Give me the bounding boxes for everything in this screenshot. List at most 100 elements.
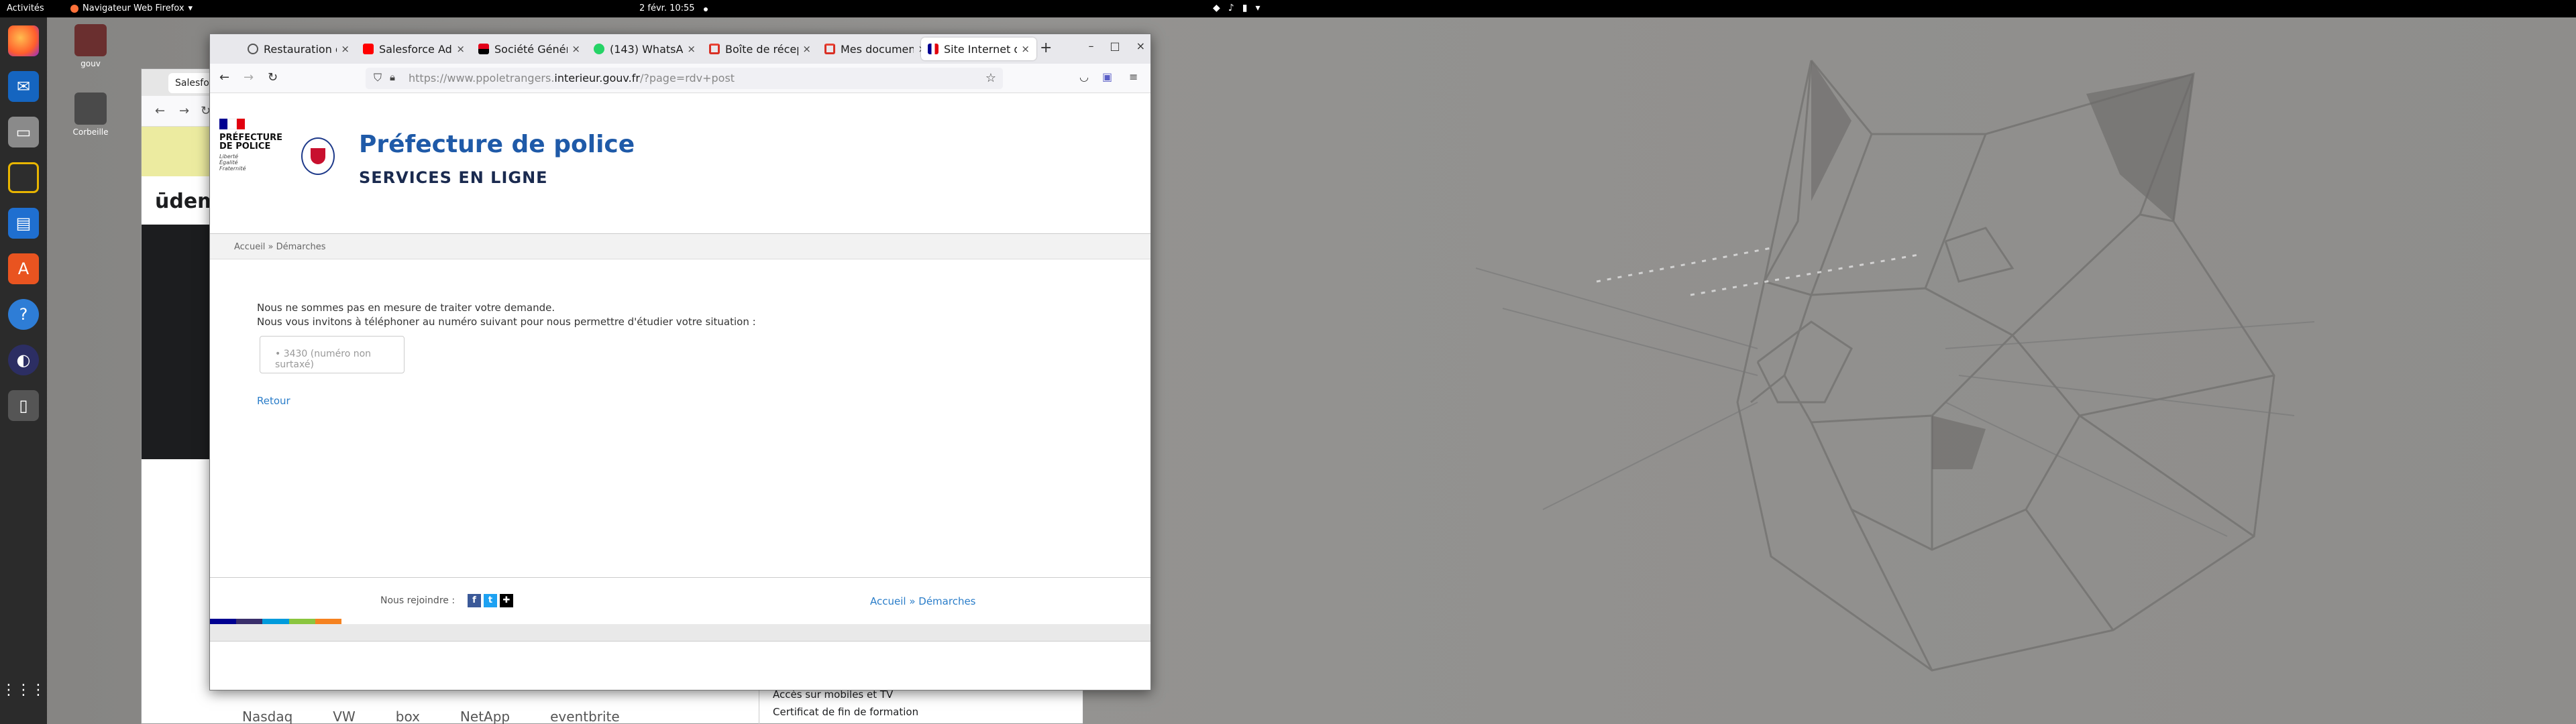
firefox-dock-icon[interactable] (8, 25, 39, 56)
forward-icon[interactable]: → (179, 104, 189, 118)
url-suffix: /?page=rdv+post (639, 72, 735, 84)
battery-icon: ▮ (1242, 3, 1248, 13)
eclipse-icon[interactable]: ◐ (8, 345, 39, 375)
close-icon[interactable]: × (572, 43, 580, 55)
desktop-icon-trash[interactable]: Corbeille (60, 93, 121, 137)
police-emblem-logo[interactable] (301, 137, 335, 175)
partner-logo: Nasdaq (242, 709, 293, 724)
extension-icon[interactable]: ▣ (1102, 70, 1112, 83)
gmail-icon (709, 44, 720, 54)
footer-color-bar (210, 619, 342, 624)
info-icon (248, 44, 258, 54)
clock[interactable]: 2 févr. 10:55 (639, 3, 695, 13)
system-tray[interactable]: ◆ ♪ ▮ ▾ (1213, 3, 1260, 13)
tab-societe-generale[interactable]: Société Générale × (472, 38, 587, 60)
page-title: Préfecture de police (359, 131, 635, 158)
close-icon[interactable]: × (802, 43, 811, 55)
tab-label: Boîte de récepti (725, 42, 798, 56)
files-icon[interactable]: ▭ (8, 117, 39, 147)
back-icon[interactable]: ← (219, 70, 229, 84)
shield-icon[interactable]: ⛉ (374, 71, 382, 84)
tab-whatsapp[interactable]: (143) WhatsApp× (587, 38, 702, 60)
chevron-down-icon: ▾ (1255, 3, 1260, 13)
close-icon[interactable]: × (341, 43, 350, 55)
maximize-icon[interactable]: □ (1110, 40, 1120, 52)
youtube-icon (363, 44, 374, 54)
marianne-flag-icon (219, 119, 245, 129)
desktop-icon-gouv[interactable]: gouv (60, 24, 121, 68)
volume-icon: ♪ (1228, 3, 1234, 13)
tab-restauration[interactable]: Restauration de × (241, 38, 356, 60)
partner-logo: eventbrite (550, 709, 620, 724)
phone-number-box: • 3430 (numéro non surtaxé) (260, 336, 405, 373)
window-controls: – □ × (1088, 40, 1145, 52)
usb-drive-icon[interactable]: ▯ (8, 390, 39, 421)
twitter-icon[interactable]: t (484, 594, 497, 607)
nav-bar: ← → ↻ ⛉ 🔒︎ https://www.ppoletrangers.int… (210, 64, 1150, 93)
hamburger-menu-icon[interactable]: ≡ (1129, 70, 1138, 83)
feature-list: Accès sur mobiles et TV Certificat de fi… (759, 686, 918, 724)
tab-strip: Restauration de × Salesforce Admi × Sociét… (210, 34, 1150, 64)
footer-links[interactable]: Accueil » Démarches (870, 595, 976, 607)
marianne-block-text: PRÉFECTURE DE POLICE (219, 133, 283, 152)
page-subtitle: SERVICES EN LIGNE (359, 168, 548, 187)
tab-label: (143) WhatsApp (610, 42, 684, 56)
close-icon[interactable]: × (1021, 43, 1030, 55)
partner-logos: Nasdaq VW box NetApp eventbrite (242, 709, 620, 724)
tab-label: Mes documents (841, 42, 914, 56)
back-icon[interactable]: ← (155, 104, 165, 118)
tab-mes-documents[interactable]: Mes documents× (818, 38, 933, 60)
url-prefix: https://www.ppoletrangers. (409, 72, 555, 84)
dock: ✉ ▭ ▤ A ? ◐ ▯ ⋮⋮⋮ (0, 17, 47, 724)
footer-join-label: Nous rejoindre : (380, 595, 455, 606)
new-tab-button[interactable]: + (1040, 40, 1052, 56)
url-domain: interieur.gouv.fr (554, 72, 640, 84)
tab-label: Site Internet de (944, 42, 1017, 56)
facebook-icon[interactable]: f (468, 594, 481, 607)
folder-icon (74, 24, 107, 56)
footer-band (210, 624, 1150, 642)
minimize-icon[interactable]: – (1088, 40, 1093, 52)
desktop-icon-label: Corbeille (72, 127, 109, 137)
tab-gmail-inbox[interactable]: Boîte de récepti × (702, 38, 818, 60)
pocket-icon[interactable]: ◡ (1079, 70, 1089, 83)
forward-icon[interactable]: → (244, 70, 254, 84)
show-apps-icon[interactable]: ⋮⋮⋮ (1, 674, 46, 705)
sg-icon (478, 44, 489, 54)
feature-item: Certificat de fin de formation (773, 706, 919, 718)
url-bar[interactable]: ⛉ 🔒︎ https://www.ppoletrangers.interieur… (366, 68, 1003, 89)
app-menu[interactable]: Navigateur Web Firefox ▾ (70, 3, 193, 13)
republic-motto: Liberté Égalité Fraternité (219, 154, 246, 172)
firefox-window[interactable]: Restauration de × Salesforce Admi × Sociét… (209, 34, 1151, 690)
site-header: PRÉFECTURE DE POLICE Liberté Égalité Fra… (210, 93, 1150, 234)
back-link[interactable]: Retour (257, 395, 290, 407)
whatsapp-icon (594, 44, 604, 54)
lock-icon[interactable]: 🔒︎ (390, 71, 395, 83)
firefox-icon (70, 4, 78, 13)
help-icon[interactable]: ? (8, 299, 39, 330)
notification-dot (704, 7, 708, 11)
desktop-icon-label: gouv (80, 59, 101, 68)
close-window-icon[interactable]: × (1136, 40, 1145, 52)
software-center-icon[interactable]: A (8, 253, 39, 284)
message-line: Nous ne sommes pas en mesure de traiter … (257, 302, 555, 314)
partner-logo: box (395, 709, 420, 724)
tab-site-internet[interactable]: Site Internet de × (921, 38, 1036, 60)
reload-icon[interactable]: ↻ (268, 70, 278, 84)
trash-icon (74, 93, 107, 125)
error-message: Nous ne sommes pas en mesure de traiter … (257, 301, 756, 329)
tab-salesforce-admin[interactable]: Salesforce Admi × (356, 38, 472, 60)
close-icon[interactable]: × (456, 43, 465, 55)
network-icon: ◆ (1213, 3, 1220, 13)
tab-label: Salesforce Admi (379, 42, 452, 56)
breadcrumb[interactable]: Accueil » Démarches (210, 234, 1150, 259)
writer-icon[interactable]: ▤ (8, 208, 39, 239)
activities-button[interactable]: Activités (7, 3, 44, 13)
rhythmbox-icon[interactable] (8, 162, 39, 193)
close-icon[interactable]: × (687, 43, 696, 55)
gmail-icon (824, 44, 835, 54)
bookmark-star-icon[interactable]: ☆ (985, 71, 996, 85)
thunderbird-icon[interactable]: ✉ (8, 71, 39, 102)
other-social-icon[interactable]: ✚ (500, 594, 513, 607)
message-line: Nous vous invitons à téléphoner au numér… (257, 316, 756, 328)
